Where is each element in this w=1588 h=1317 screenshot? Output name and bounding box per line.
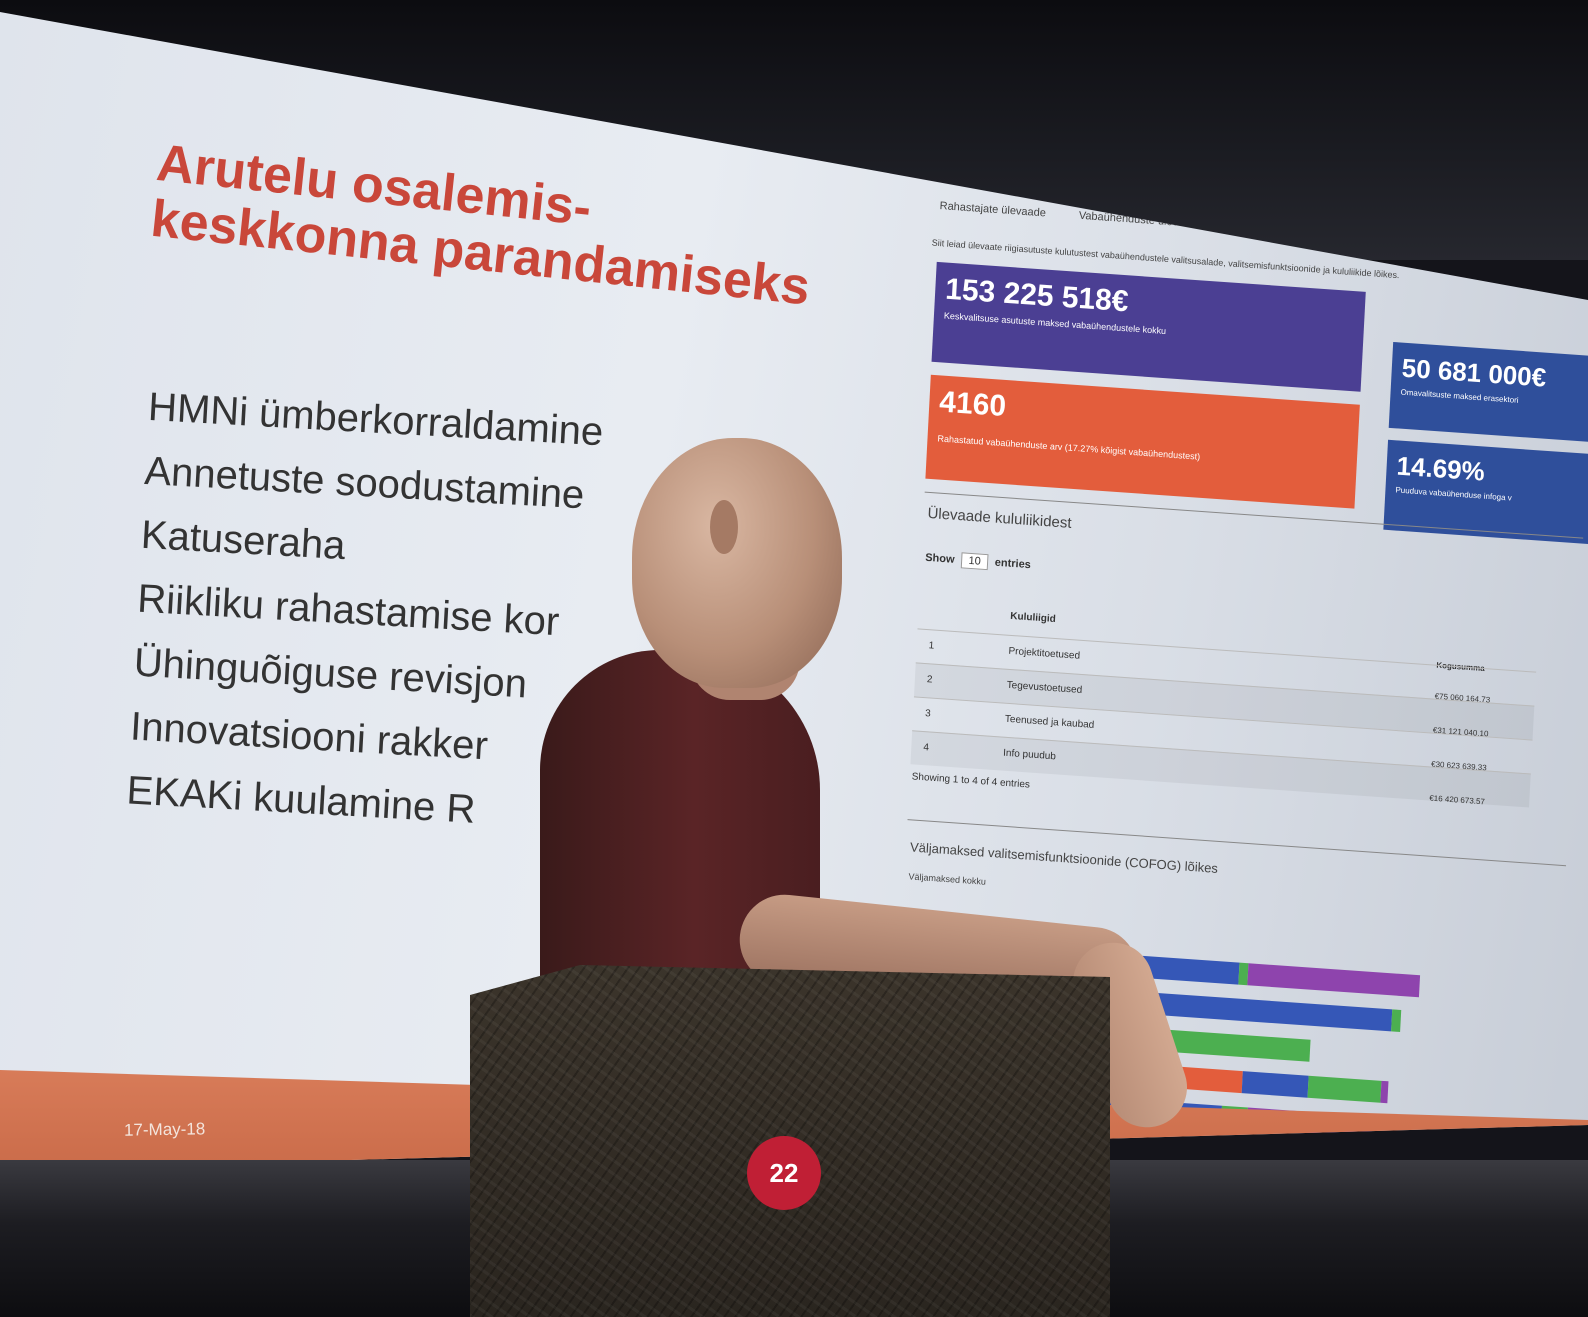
- entries-selector: Show 10 entries: [925, 550, 1031, 573]
- cofog-title: Väljamaksed valitsemisfunktsioonide (COF…: [909, 839, 1219, 876]
- row-number: 1: [928, 640, 935, 652]
- card-central-payments: 153 225 518€ Keskvalitsuse asutuste maks…: [931, 261, 1366, 392]
- row-number: 2: [926, 674, 933, 686]
- presenter-head: [632, 438, 842, 688]
- dashboard-screenshot: Rahastajate ülevaade Vabaühenduste üleva…: [902, 200, 1588, 1139]
- row-name: Info puudub: [1002, 747, 1057, 763]
- entries-select[interactable]: 10: [961, 552, 989, 571]
- cofog-bar-segment: [1242, 1071, 1310, 1098]
- page-number-badge: 22: [747, 1136, 821, 1210]
- row-sum: €16 420 673.57: [1429, 793, 1486, 807]
- card-funded-ngos: 4160 Rahastatud vabaühenduste arv (17.27…: [925, 374, 1360, 509]
- slide-title: Arutelu osalemis- keskkonna parandamisek…: [148, 134, 955, 330]
- tab-funders-overview[interactable]: Rahastajate ülevaade: [939, 200, 1046, 219]
- row-number: 3: [924, 708, 931, 720]
- cofog-bar-segment: [1380, 1080, 1389, 1104]
- cofog-bar-segment: [1390, 1009, 1402, 1033]
- table-title: Ülevaade kululiikidest: [927, 504, 1072, 532]
- showing-info: Showing 1 to 4 of 4 entries: [911, 771, 1031, 791]
- show-label: Show: [924, 551, 955, 566]
- row-name: Projektitoetused: [1008, 645, 1081, 662]
- cofog-subtitle: Väljamaksed kokku: [908, 871, 987, 887]
- header-kululiigid[interactable]: Kululiigid: [1010, 611, 1056, 625]
- cofog-bar-segment: [1247, 963, 1421, 998]
- slide-date: 17-May-18: [123, 1119, 206, 1140]
- expense-table: Kululiigid Kogusumma 1 Projektitoetused …: [910, 594, 1537, 808]
- row-name: Tegevustoetused: [1006, 679, 1083, 697]
- presenter-ear: [710, 500, 738, 554]
- row-number: 4: [923, 742, 930, 754]
- row-name: Teenused ja kaubad: [1004, 713, 1095, 731]
- entries-label: entries: [994, 556, 1032, 572]
- card-local-payments: 50 681 000€ Omavalitsuste maksed erasekt…: [1388, 341, 1588, 445]
- cofog-bar-segment: [1307, 1075, 1382, 1103]
